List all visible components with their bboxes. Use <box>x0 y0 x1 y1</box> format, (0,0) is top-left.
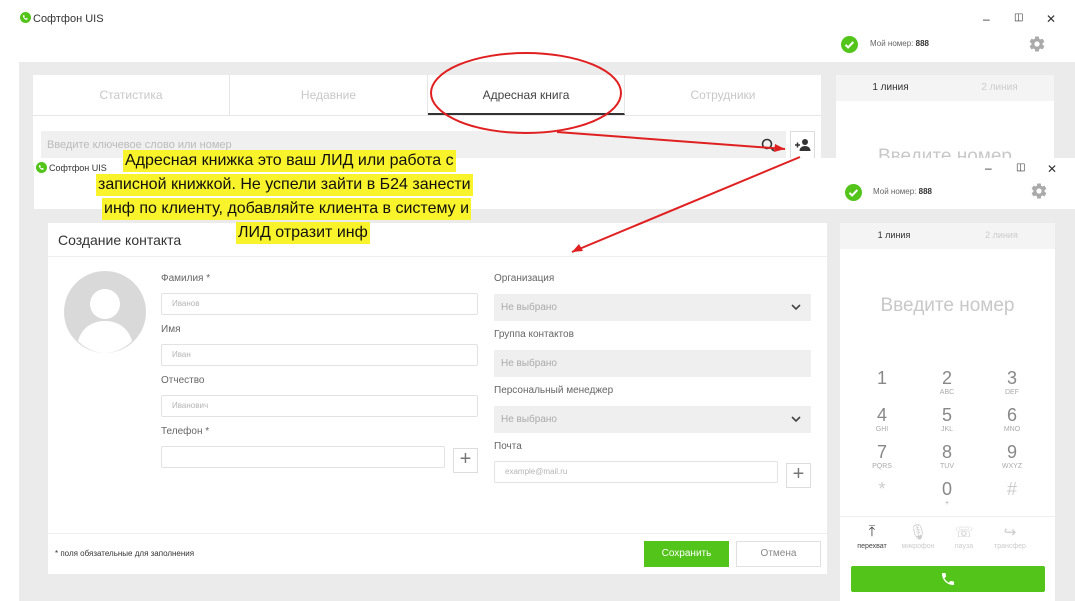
annotation-line-2: записной книжкой. Не успели зайти в Б24 … <box>96 174 473 196</box>
annotation-line-3: инф по клиенту, добавляйте клиента в сис… <box>102 198 472 220</box>
highlight-ellipse <box>430 52 622 134</box>
arrow-to-add-button <box>556 131 786 150</box>
annotation-line-1: Адресная книжка это ваш ЛИД или работа с <box>123 150 456 172</box>
arrow-to-form <box>571 156 801 253</box>
annotation-line-4: ЛИД отразит инф <box>236 222 370 244</box>
annotation-layer <box>430 52 801 253</box>
